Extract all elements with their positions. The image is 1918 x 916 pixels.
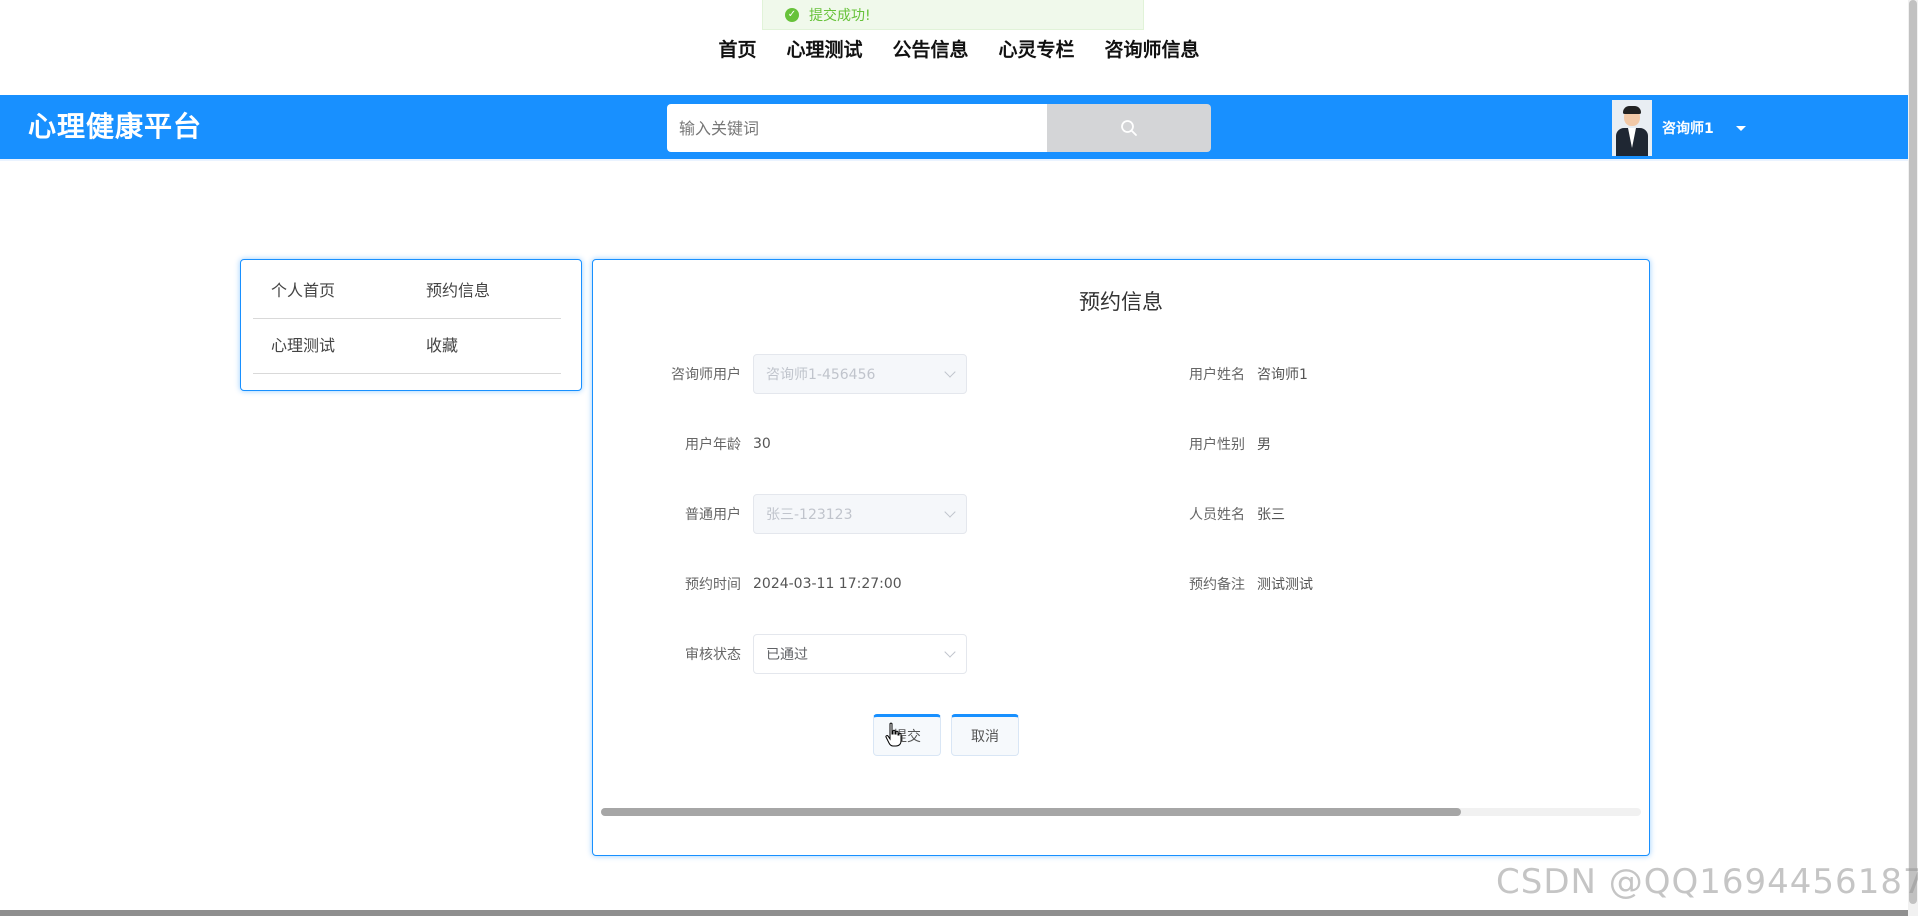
user-menu[interactable]: 咨询师1: [1612, 100, 1746, 156]
review-status-select[interactable]: 已通过: [753, 634, 967, 674]
avatar: [1612, 100, 1652, 156]
normal-user-select[interactable]: 张三-123123: [753, 494, 967, 534]
field-label: 用户年龄: [685, 437, 741, 453]
field-value: 张三: [1257, 507, 1285, 523]
user-name: 咨询师1: [1662, 121, 1714, 137]
vertical-scrollbar[interactable]: [1908, 0, 1918, 916]
field-label: 用户性别: [1189, 437, 1245, 453]
user-name-field: 用户姓名 咨询师1: [1117, 354, 1308, 394]
search-input[interactable]: [667, 104, 1047, 152]
search-icon: [1121, 120, 1137, 136]
sidebar-item-psych-test[interactable]: 心理测试: [271, 319, 335, 373]
top-navigation: 首页 心理测试 公告信息 心灵专栏 咨询师信息: [0, 35, 1918, 62]
hand-cursor-icon: [885, 722, 902, 747]
nav-home[interactable]: 首页: [718, 35, 756, 62]
success-toast: ✓ 提交成功!: [762, 0, 1144, 30]
sidebar-menu: 个人首页 预约信息 心理测试 收藏: [240, 259, 582, 391]
select-value: 已通过: [766, 647, 808, 663]
counselor-user-select[interactable]: 咨询师1-456456: [753, 354, 967, 394]
field-label: 预约时间: [685, 577, 741, 593]
scrollbar-thumb[interactable]: [1909, 0, 1917, 904]
field-label: 预约备注: [1189, 577, 1245, 593]
nav-psych-test[interactable]: 心理测试: [786, 35, 862, 62]
user-age-field: 用户年龄 30: [613, 424, 771, 464]
appointment-form-panel: 预约信息 咨询师用户 咨询师1-456456 用户姓名 咨询师1 用户年龄 30…: [592, 259, 1650, 856]
field-value: 测试测试: [1257, 577, 1313, 593]
select-value: 张三-123123: [766, 507, 853, 523]
normal-user-field: 普通用户 张三-123123: [613, 494, 967, 534]
sidebar-row: 心理测试 收藏: [253, 319, 561, 374]
field-label: 普通用户: [685, 507, 741, 523]
sidebar-item-favorites[interactable]: 收藏: [426, 319, 458, 373]
form-title: 预约信息: [1079, 290, 1163, 314]
person-name-field: 人员姓名 张三: [1117, 494, 1285, 534]
watermark: CSDN @QQ1694456187: [1496, 862, 1918, 902]
nav-announcements[interactable]: 公告信息: [892, 35, 968, 62]
nav-counselor-info[interactable]: 咨询师信息: [1105, 35, 1200, 62]
counselor-user-field: 咨询师用户 咨询师1-456456: [613, 354, 967, 394]
chevron-down-icon: [944, 366, 956, 378]
chevron-down-icon: [944, 646, 956, 658]
appointment-time-field: 预约时间 2024-03-11 17:27:00: [613, 564, 902, 604]
user-gender-field: 用户性别 男: [1117, 424, 1271, 464]
header-bar: 心理健康平台 咨询师1: [0, 95, 1908, 159]
check-circle-icon: ✓: [785, 7, 799, 22]
search-box: [667, 104, 1211, 152]
review-status-field: 审核状态 已通过: [613, 634, 967, 674]
toast-message: 提交成功!: [809, 7, 871, 24]
site-brand[interactable]: 心理健康平台: [28, 95, 202, 159]
sidebar-item-appointments[interactable]: 预约信息: [426, 264, 490, 318]
field-label: 审核状态: [685, 647, 741, 663]
search-button[interactable]: [1047, 104, 1211, 152]
field-value: 咨询师1: [1257, 367, 1308, 383]
field-value: 男: [1257, 437, 1271, 453]
field-value: 2024-03-11 17:27:00: [753, 576, 902, 592]
sidebar-row: 个人首页 预约信息: [253, 264, 561, 319]
window-bottom-edge: [0, 910, 1908, 916]
cancel-button[interactable]: 取消: [951, 714, 1019, 756]
caret-down-icon: [1735, 125, 1746, 131]
select-value: 咨询师1-456456: [766, 367, 876, 383]
nav-mind-column[interactable]: 心灵专栏: [999, 35, 1075, 62]
scrollbar-thumb[interactable]: [601, 808, 1461, 816]
field-label: 咨询师用户: [671, 367, 741, 383]
appointment-note-field: 预约备注 测试测试: [1117, 564, 1313, 604]
field-label: 用户姓名: [1189, 367, 1245, 383]
chevron-down-icon: [944, 506, 956, 518]
field-label: 人员姓名: [1189, 507, 1245, 523]
sidebar-item-home[interactable]: 个人首页: [271, 264, 335, 318]
horizontal-scrollbar[interactable]: [601, 808, 1641, 816]
field-value: 30: [753, 436, 771, 452]
header-divider: [0, 159, 1908, 161]
